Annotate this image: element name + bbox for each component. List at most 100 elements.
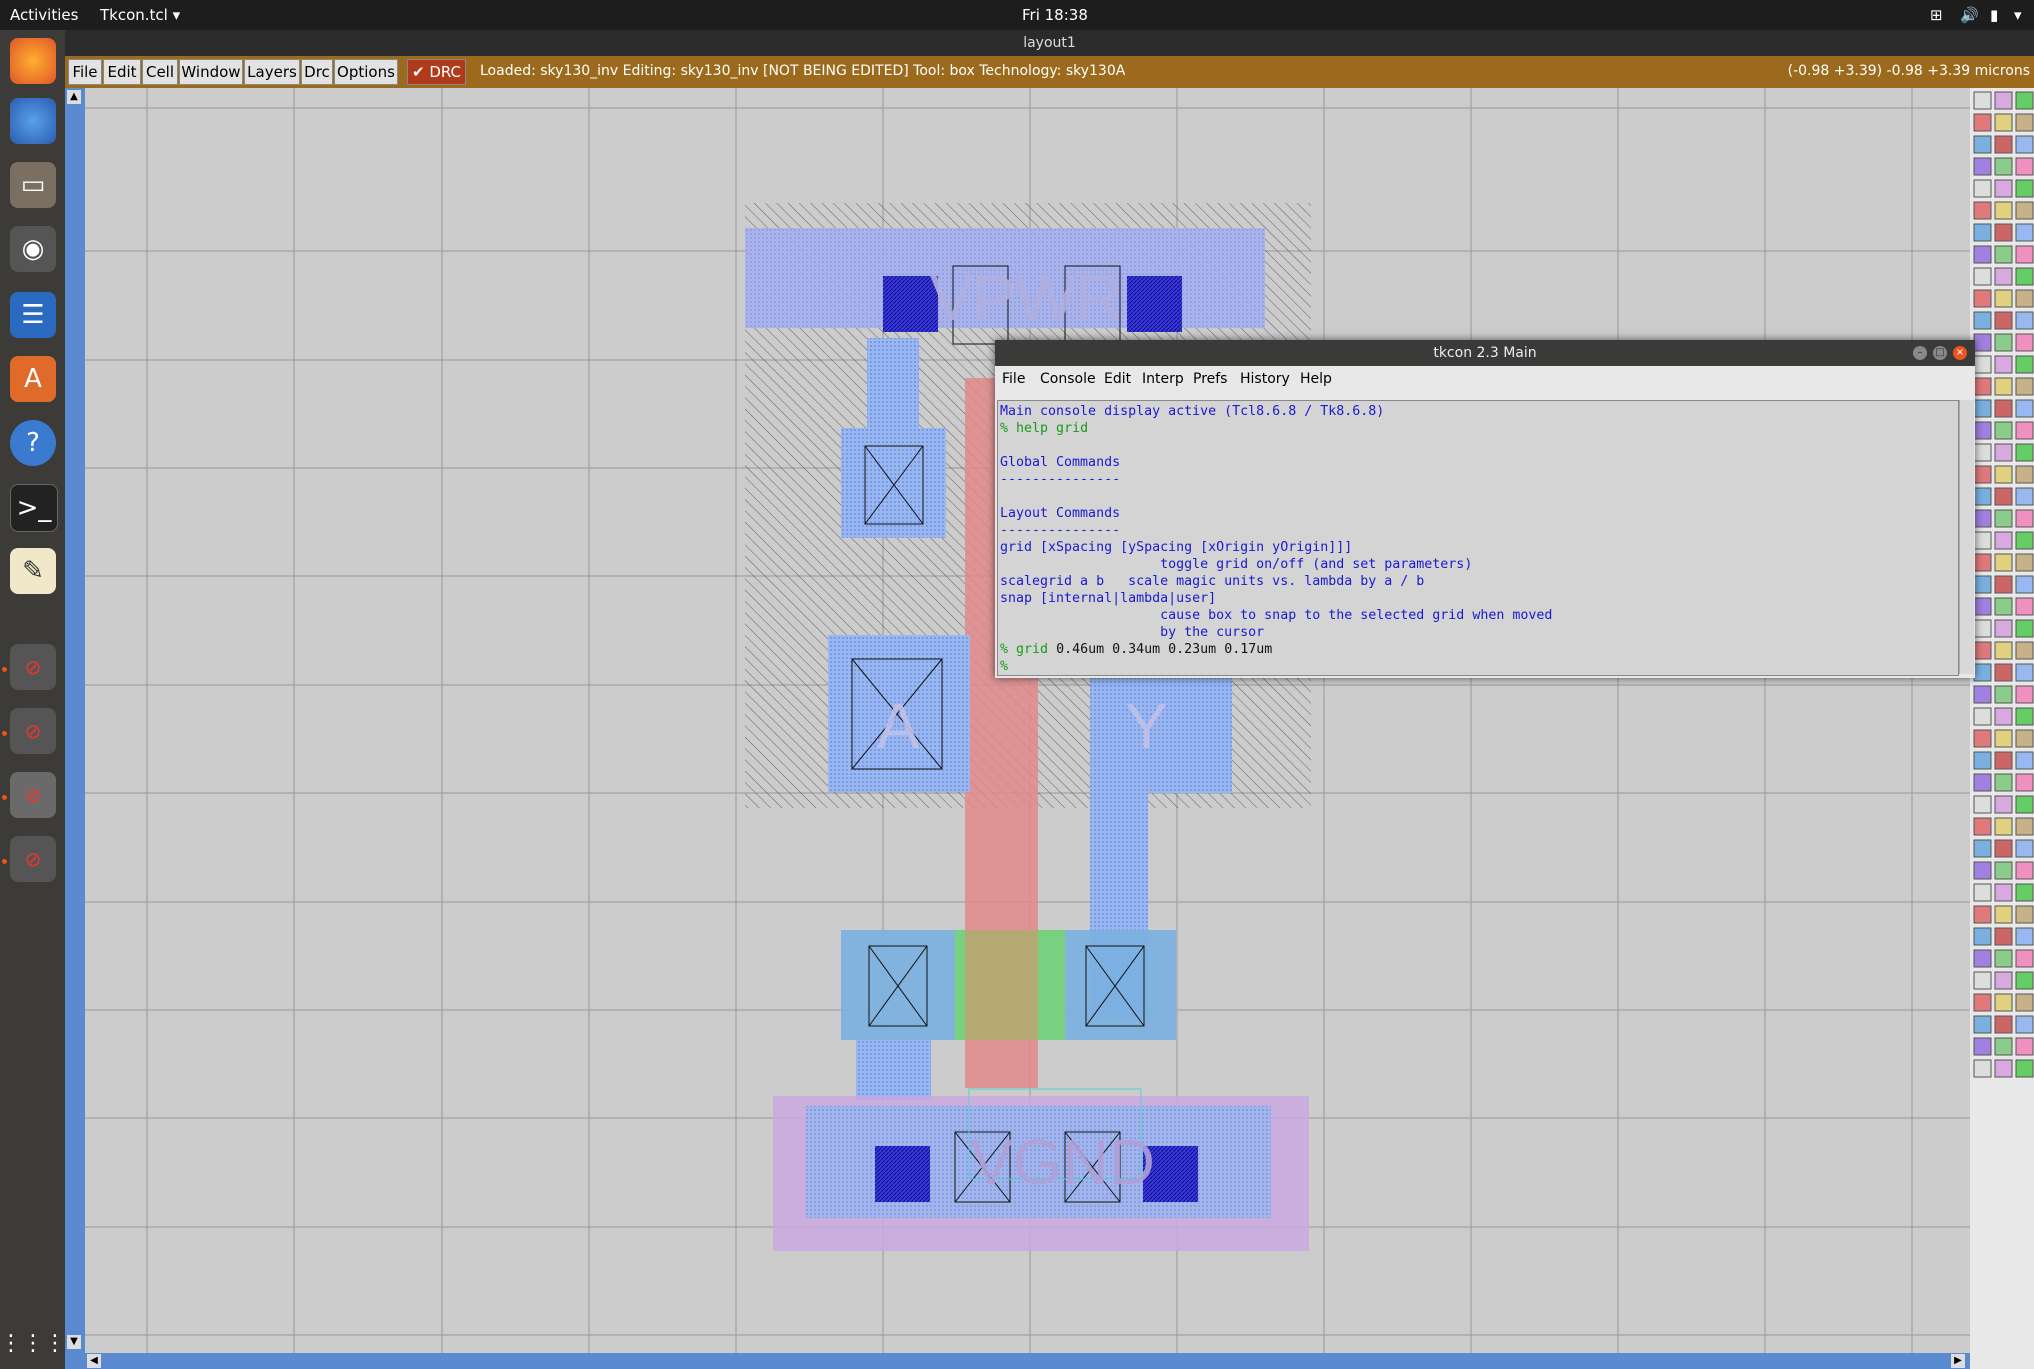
- layer-swatch[interactable]: [2015, 663, 2034, 682]
- menu-options[interactable]: Options: [334, 59, 398, 85]
- layer-swatch[interactable]: [1973, 751, 1992, 770]
- layer-swatch[interactable]: [2015, 333, 2034, 352]
- layer-swatch[interactable]: [1994, 267, 2013, 286]
- layer-swatch[interactable]: [2015, 465, 2034, 484]
- layer-swatch[interactable]: [1973, 289, 1992, 308]
- clock[interactable]: Fri 18:38: [1022, 6, 1088, 24]
- layer-swatch[interactable]: [1973, 333, 1992, 352]
- layer-swatch[interactable]: [2015, 905, 2034, 924]
- layer-swatch[interactable]: [1994, 355, 2013, 374]
- menu-file[interactable]: File: [68, 59, 102, 85]
- layer-swatch[interactable]: [1973, 773, 1992, 792]
- layer-swatch[interactable]: [2015, 751, 2034, 770]
- close-icon[interactable]: ×: [1953, 346, 1967, 360]
- thunderbird-icon[interactable]: [10, 98, 56, 144]
- layer-swatch[interactable]: [2015, 883, 2034, 902]
- writer-icon[interactable]: ☰: [10, 292, 56, 338]
- layer-swatch[interactable]: [1994, 179, 2013, 198]
- layer-swatch[interactable]: [1973, 553, 1992, 572]
- app-window-icon-4[interactable]: ⊘: [10, 836, 56, 882]
- layer-swatch[interactable]: [1973, 707, 1992, 726]
- layer-swatch[interactable]: [1994, 157, 2013, 176]
- layer-swatch[interactable]: [1973, 993, 1992, 1012]
- layer-swatch[interactable]: [1973, 377, 1992, 396]
- tkcon-menu-file[interactable]: File: [1002, 371, 1025, 387]
- layer-swatch[interactable]: [2015, 531, 2034, 550]
- layer-swatch[interactable]: [1994, 883, 2013, 902]
- layer-swatch[interactable]: [1994, 289, 2013, 308]
- layer-swatch[interactable]: [1973, 597, 1992, 616]
- layer-swatch[interactable]: [1973, 421, 1992, 440]
- layer-swatch[interactable]: [2015, 861, 2034, 880]
- layer-swatch[interactable]: [1973, 795, 1992, 814]
- layer-swatch[interactable]: [2015, 1037, 2034, 1056]
- horizontal-scrollbar[interactable]: ◀ ▶: [65, 1353, 1970, 1369]
- layer-swatch[interactable]: [1994, 1037, 2013, 1056]
- app-window-icon-1[interactable]: ⊘: [10, 644, 56, 690]
- layer-swatch[interactable]: [2015, 421, 2034, 440]
- layer-palette[interactable]: [1970, 88, 2034, 1369]
- layer-swatch[interactable]: [1994, 663, 2013, 682]
- app-window-icon-3[interactable]: ⊘: [10, 772, 56, 818]
- menu-drc[interactable]: Drc: [301, 59, 333, 85]
- layer-swatch[interactable]: [1973, 509, 1992, 528]
- layer-swatch[interactable]: [1973, 685, 1992, 704]
- layer-swatch[interactable]: [1973, 927, 1992, 946]
- scroll-right-icon[interactable]: ▶: [1951, 1354, 1965, 1368]
- layer-swatch[interactable]: [2015, 707, 2034, 726]
- tkcon-console[interactable]: Main console display active (Tcl8.6.8 / …: [997, 400, 1959, 676]
- layer-swatch[interactable]: [1994, 311, 2013, 330]
- layer-swatch[interactable]: [2015, 179, 2034, 198]
- layer-swatch[interactable]: [1973, 531, 1992, 550]
- scroll-up-icon[interactable]: ▲: [67, 90, 81, 104]
- layer-swatch[interactable]: [1994, 1015, 2013, 1034]
- layer-swatch[interactable]: [2015, 685, 2034, 704]
- layer-swatch[interactable]: [1973, 817, 1992, 836]
- minimize-icon[interactable]: –: [1913, 346, 1927, 360]
- layer-swatch[interactable]: [1973, 223, 1992, 242]
- app-window-icon-2[interactable]: ⊘: [10, 708, 56, 754]
- layer-swatch[interactable]: [1994, 377, 2013, 396]
- layer-swatch[interactable]: [2015, 267, 2034, 286]
- drc-toggle[interactable]: ✔ DRC: [407, 59, 467, 85]
- layer-swatch[interactable]: [2015, 619, 2034, 638]
- layer-swatch[interactable]: [2015, 399, 2034, 418]
- layer-swatch[interactable]: [1973, 465, 1992, 484]
- power-menu-icon[interactable]: ▾: [2014, 6, 2022, 24]
- layer-swatch[interactable]: [1973, 201, 1992, 220]
- app-menu[interactable]: Tkcon.tcl ▾: [100, 6, 180, 24]
- layer-swatch[interactable]: [2015, 575, 2034, 594]
- layer-swatch[interactable]: [1994, 399, 2013, 418]
- layer-swatch[interactable]: [1973, 355, 1992, 374]
- layer-swatches[interactable]: [1970, 88, 2034, 1088]
- tkcon-menu-help[interactable]: Help: [1300, 371, 1332, 387]
- layer-swatch[interactable]: [1973, 267, 1992, 286]
- layer-swatch[interactable]: [1994, 641, 2013, 660]
- layer-swatch[interactable]: [2015, 289, 2034, 308]
- layer-swatch[interactable]: [1973, 883, 1992, 902]
- rhythmbox-icon[interactable]: ◉: [10, 226, 56, 272]
- layer-swatch[interactable]: [2015, 157, 2034, 176]
- layer-swatch[interactable]: [2015, 641, 2034, 660]
- network-icon[interactable]: ⊞: [1930, 6, 1943, 24]
- layer-swatch[interactable]: [2015, 377, 2034, 396]
- layer-swatch[interactable]: [1973, 311, 1992, 330]
- menu-edit[interactable]: Edit: [103, 59, 141, 85]
- layout-drawing[interactable]: VPWR VGND A Y: [85, 88, 1970, 1353]
- layer-swatch[interactable]: [2015, 509, 2034, 528]
- layer-swatch[interactable]: [1994, 795, 2013, 814]
- layer-swatch[interactable]: [1994, 465, 2013, 484]
- activities-button[interactable]: Activities: [10, 6, 78, 24]
- scroll-down-icon[interactable]: ▼: [67, 1335, 81, 1349]
- layer-swatch[interactable]: [1994, 421, 2013, 440]
- layer-swatch[interactable]: [1994, 971, 2013, 990]
- layer-swatch[interactable]: [1994, 201, 2013, 220]
- layer-swatch[interactable]: [1994, 575, 2013, 594]
- console-prompt[interactable]: %: [1000, 658, 1008, 675]
- layer-swatch[interactable]: [2015, 839, 2034, 858]
- software-center-icon[interactable]: A: [10, 356, 56, 402]
- layer-swatch[interactable]: [1994, 905, 2013, 924]
- layer-swatch[interactable]: [2015, 223, 2034, 242]
- layer-swatch[interactable]: [2015, 245, 2034, 264]
- layer-swatch[interactable]: [2015, 773, 2034, 792]
